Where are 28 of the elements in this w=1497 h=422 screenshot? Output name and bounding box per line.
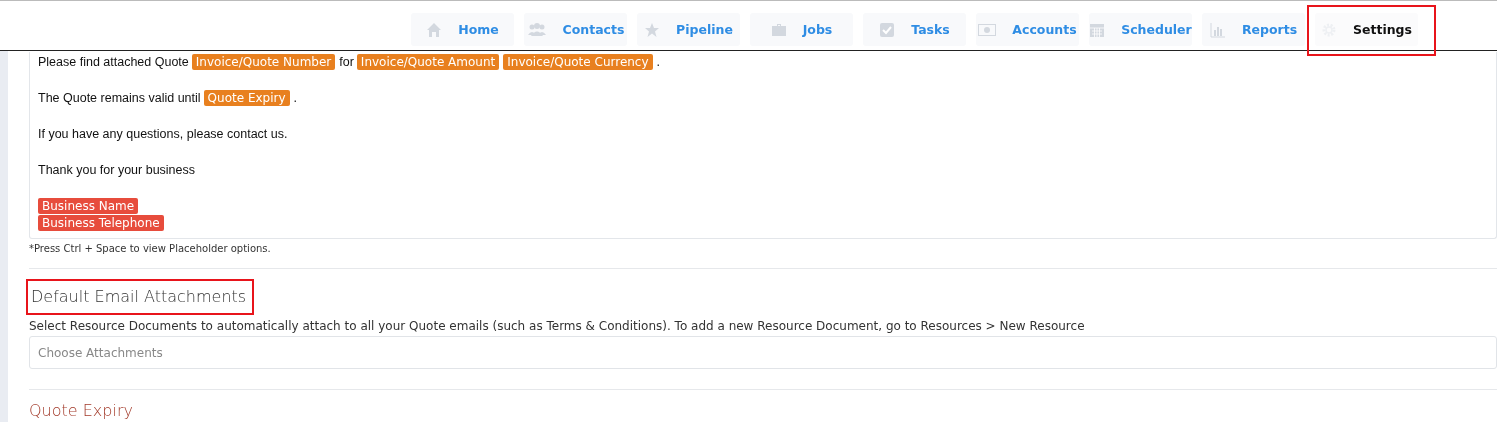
star-icon bbox=[644, 21, 661, 38]
hint-text: *Press Ctrl + Space to view Placeholder options. bbox=[29, 243, 272, 254]
people-icon bbox=[526, 21, 547, 38]
email-paragraph: If you have any questions, please contact us. bbox=[38, 126, 289, 143]
nav-tab[interactable]: Jobs bbox=[750, 13, 853, 46]
checkbox-icon bbox=[879, 21, 896, 38]
nav-tab[interactable]: Home bbox=[411, 13, 514, 46]
banknote-icon bbox=[978, 23, 997, 36]
bar-chart-icon bbox=[1209, 21, 1226, 38]
email-paragraph: Thank you for your business bbox=[38, 162, 197, 179]
email-paragraph: Business Name Business Telephone bbox=[38, 198, 1488, 232]
section-heading: Default Email Attachments bbox=[31, 286, 247, 308]
section-description: Select Resource Documents to automatically attach to all your Quote emails (such as Terms & Conditions). To add a new Resource Document, go to Resources > New Resource bbox=[29, 319, 1086, 334]
home-icon bbox=[426, 21, 443, 38]
nav-tab[interactable]: Contacts bbox=[524, 13, 627, 46]
briefcase-icon bbox=[770, 21, 787, 38]
email-paragraph: Please find attached Quote Invoice/Quote Number for Invoice/Quote Amount Invoice/Quote Currency . bbox=[38, 54, 662, 71]
nav-tab[interactable]: Tasks bbox=[863, 13, 966, 46]
nav-tab[interactable]: Accounts bbox=[976, 13, 1079, 46]
section-heading: Quote Expiry bbox=[29, 400, 134, 422]
nav-tab[interactable]: Reports bbox=[1202, 13, 1305, 46]
attachments-select[interactable]: Choose Attachments bbox=[29, 336, 1497, 370]
nav-tab[interactable]: Scheduler bbox=[1089, 13, 1192, 46]
nav-tab[interactable]: Settings bbox=[1315, 13, 1418, 46]
nav-tab[interactable]: Pipeline bbox=[637, 13, 740, 46]
calendar-icon bbox=[1089, 21, 1106, 38]
email-body-editor[interactable] bbox=[29, 52, 1497, 239]
email-paragraph: The Quote remains valid until Quote Expiry . bbox=[38, 90, 299, 107]
